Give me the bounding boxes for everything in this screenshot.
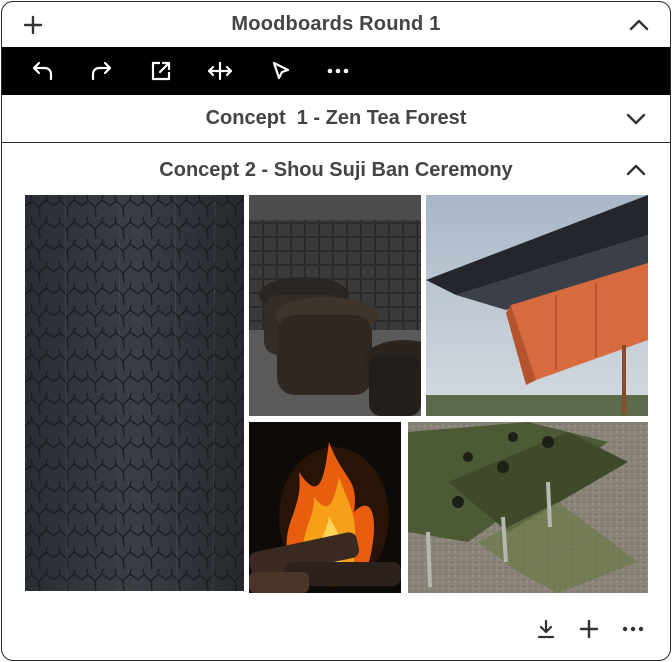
concept-2-header[interactable]: Concept 2 - Shou Suji Ban Ceremony: [2, 145, 670, 195]
external-link-icon: [151, 61, 171, 81]
image-campfire[interactable]: [249, 422, 401, 593]
plus-icon: [23, 15, 43, 35]
expand-concept-1-button[interactable]: [624, 107, 648, 131]
move-horizontal-icon: [207, 61, 233, 81]
redo-button[interactable]: [88, 58, 114, 84]
image-orange-canopy-building[interactable]: [426, 195, 648, 416]
redo-icon: [91, 61, 112, 81]
more-icon: [327, 68, 349, 74]
undo-icon: [32, 61, 53, 81]
moodboard-panel: Moodboards Round 1 Concept 1 - Zen Tea F…: [1, 1, 671, 661]
more-toolbar-button[interactable]: [325, 58, 351, 84]
board-header: Moodboards Round 1: [2, 2, 670, 47]
image-dark-stone-stools[interactable]: [249, 195, 421, 416]
add-button[interactable]: [20, 12, 46, 38]
download-button[interactable]: [533, 616, 559, 642]
toolbar: [2, 47, 670, 95]
collapse-concept-2-button[interactable]: [624, 158, 648, 182]
add-image-button[interactable]: [576, 616, 602, 642]
cursor-pointer-icon: [272, 61, 290, 80]
image-charred-wood-texture[interactable]: [25, 195, 244, 591]
download-icon: [537, 619, 555, 639]
more-icon: [622, 626, 644, 632]
open-external-button[interactable]: [148, 58, 174, 84]
move-button[interactable]: [207, 58, 233, 84]
more-footer-button[interactable]: [620, 616, 646, 642]
chevron-down-icon: [626, 113, 646, 124]
board-title: Moodboards Round 1: [231, 13, 441, 35]
concept-2-title: Concept 2 - Shou Suji Ban Ceremony: [159, 158, 513, 181]
plus-icon: [579, 619, 599, 639]
concept-1-title: Concept 1 - Zen Tea Forest: [205, 107, 467, 129]
collapse-board-button[interactable]: [626, 12, 652, 38]
undo-button[interactable]: [30, 58, 56, 84]
chevron-up-icon: [629, 19, 649, 31]
select-button[interactable]: [268, 58, 294, 84]
chevron-up-icon: [626, 164, 646, 176]
concept-1-header[interactable]: Concept 1 - Zen Tea Forest: [2, 95, 670, 143]
image-green-glass-bench[interactable]: [408, 422, 648, 593]
